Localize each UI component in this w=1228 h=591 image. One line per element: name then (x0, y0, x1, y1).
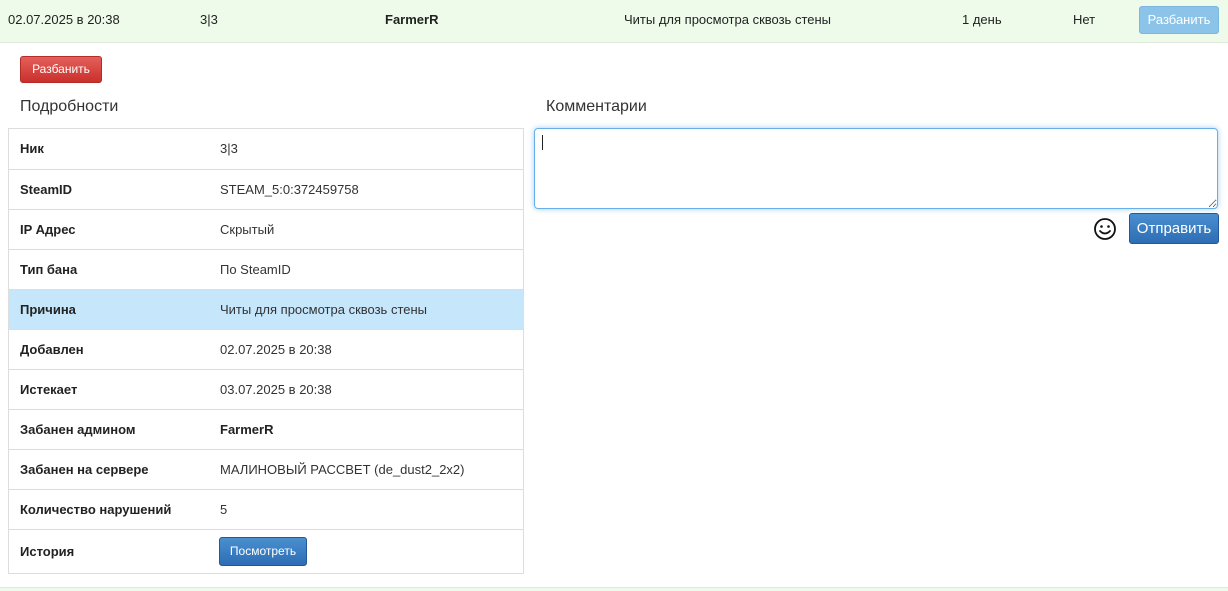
ban-expired: Нет (1073, 12, 1096, 27)
detail-row-admin: Забанен админом FarmerR (9, 409, 523, 449)
detail-value: Читы для просмотра сквозь стены (220, 302, 428, 317)
ban-nick: 3|3 (200, 12, 218, 27)
detail-label: Забанен админом (20, 422, 136, 437)
detail-row-expires: Истекает 03.07.2025 в 20:38 (9, 369, 523, 409)
ban-list-row[interactable]: 02.07.2025 в 20:38 3|3 FarmerR Читы для … (0, 0, 1228, 43)
send-comment-button[interactable]: Отправить (1129, 213, 1219, 244)
detail-value: FarmerR (220, 422, 274, 437)
detail-row-added: Добавлен 02.07.2025 в 20:38 (9, 329, 523, 369)
ban-admin: FarmerR (385, 12, 439, 27)
detail-row-reason: Причина Читы для просмотра сквозь стены (9, 289, 523, 329)
detail-value: 5 (220, 502, 228, 517)
detail-label: Забанен на сервере (20, 462, 149, 477)
next-row-edge (0, 587, 1228, 591)
details-table: Ник 3|3 SteamID STEAM_5:0:372459758 IP А… (8, 128, 524, 574)
detail-value: По SteamID (220, 262, 291, 277)
ban-date: 02.07.2025 в 20:38 (8, 12, 120, 27)
detail-row-history: История Посмотреть (9, 529, 523, 573)
ban-term: 1 день (962, 12, 1002, 27)
unban-button-row[interactable]: Разбанить (1139, 6, 1219, 34)
detail-value: МАЛИНОВЫЙ РАССВЕТ (de_dust2_2x2) (220, 462, 465, 477)
ban-reason: Читы для просмотра сквозь стены (624, 12, 832, 27)
comments-title: Комментарии (546, 98, 647, 115)
detail-value: 3|3 (220, 141, 238, 156)
detail-label: Причина (20, 302, 76, 317)
detail-row-steamid: SteamID STEAM_5:0:372459758 (9, 169, 523, 209)
detail-value: 02.07.2025 в 20:38 (220, 342, 332, 357)
view-history-button[interactable]: Посмотреть (219, 537, 307, 566)
smile-icon[interactable] (1093, 217, 1117, 241)
comment-input[interactable] (534, 128, 1218, 209)
detail-label: Добавлен (20, 342, 84, 357)
detail-row-server: Забанен на сервере МАЛИНОВЫЙ РАССВЕТ (de… (9, 449, 523, 489)
detail-label: Тип бана (20, 262, 78, 277)
text-caret (542, 135, 543, 150)
detail-row-ip: IP Адрес Скрытый (9, 209, 523, 249)
detail-label: IP Адрес (20, 222, 76, 237)
details-title: Подробности (20, 98, 119, 115)
unban-button[interactable]: Разбанить (20, 56, 102, 83)
detail-label: Количество нарушений (20, 502, 172, 517)
detail-label: Истекает (20, 382, 78, 397)
detail-label: Ник (20, 141, 44, 156)
detail-row-nick: Ник 3|3 (9, 129, 523, 169)
detail-value: Скрытый (220, 222, 275, 237)
detail-row-ban-type: Тип бана По SteamID (9, 249, 523, 289)
detail-value: STEAM_5:0:372459758 (220, 182, 359, 197)
detail-label: SteamID (20, 182, 73, 197)
detail-value: 03.07.2025 в 20:38 (220, 382, 332, 397)
detail-row-violations: Количество нарушений 5 (9, 489, 523, 529)
detail-label: История (20, 544, 75, 559)
